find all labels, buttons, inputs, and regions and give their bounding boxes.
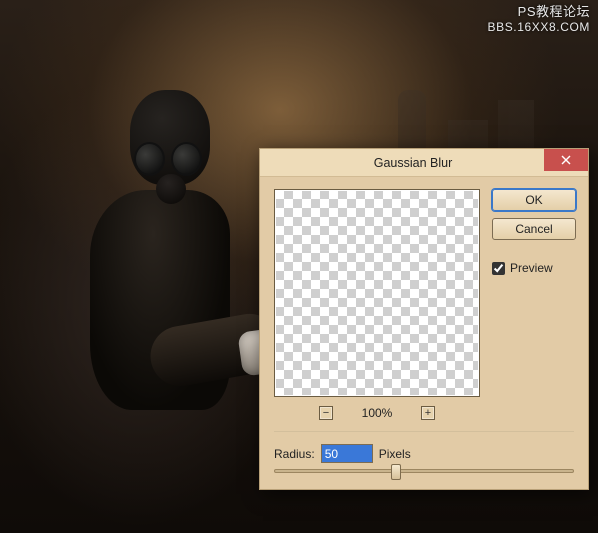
cancel-button[interactable]: Cancel [492,218,576,240]
zoom-out-button[interactable]: − [319,406,333,420]
minus-icon: − [323,408,329,419]
zoom-level: 100% [357,406,397,420]
close-icon [561,155,571,165]
zoom-controls: − 100% + [274,403,480,423]
radius-slider-thumb[interactable] [391,464,401,480]
watermark: PS教程论坛 BBS.16XX8.COM [487,4,590,35]
radius-row: Radius: Pixels [260,432,588,467]
preview-checkbox-label: Preview [510,261,553,275]
radius-unit: Pixels [379,447,411,461]
radius-label: Radius: [274,447,315,461]
bg-figure [60,90,260,490]
radius-slider[interactable] [274,469,574,473]
radius-input[interactable] [321,444,373,463]
plus-icon: + [425,408,431,419]
close-button[interactable] [544,149,588,171]
preview-checkbox[interactable] [492,262,505,275]
dialog-titlebar[interactable]: Gaussian Blur [260,149,588,177]
watermark-line2: BBS.16XX8.COM [487,20,590,35]
watermark-line1: PS教程论坛 [487,4,590,20]
preview-area[interactable] [274,189,480,397]
gaussian-blur-dialog: Gaussian Blur − 100% + OK Cancel [259,148,589,490]
dialog-title: Gaussian Blur [272,156,588,170]
ok-button[interactable]: OK [492,189,576,211]
preview-checkbox-row[interactable]: Preview [492,261,576,275]
zoom-in-button[interactable]: + [421,406,435,420]
